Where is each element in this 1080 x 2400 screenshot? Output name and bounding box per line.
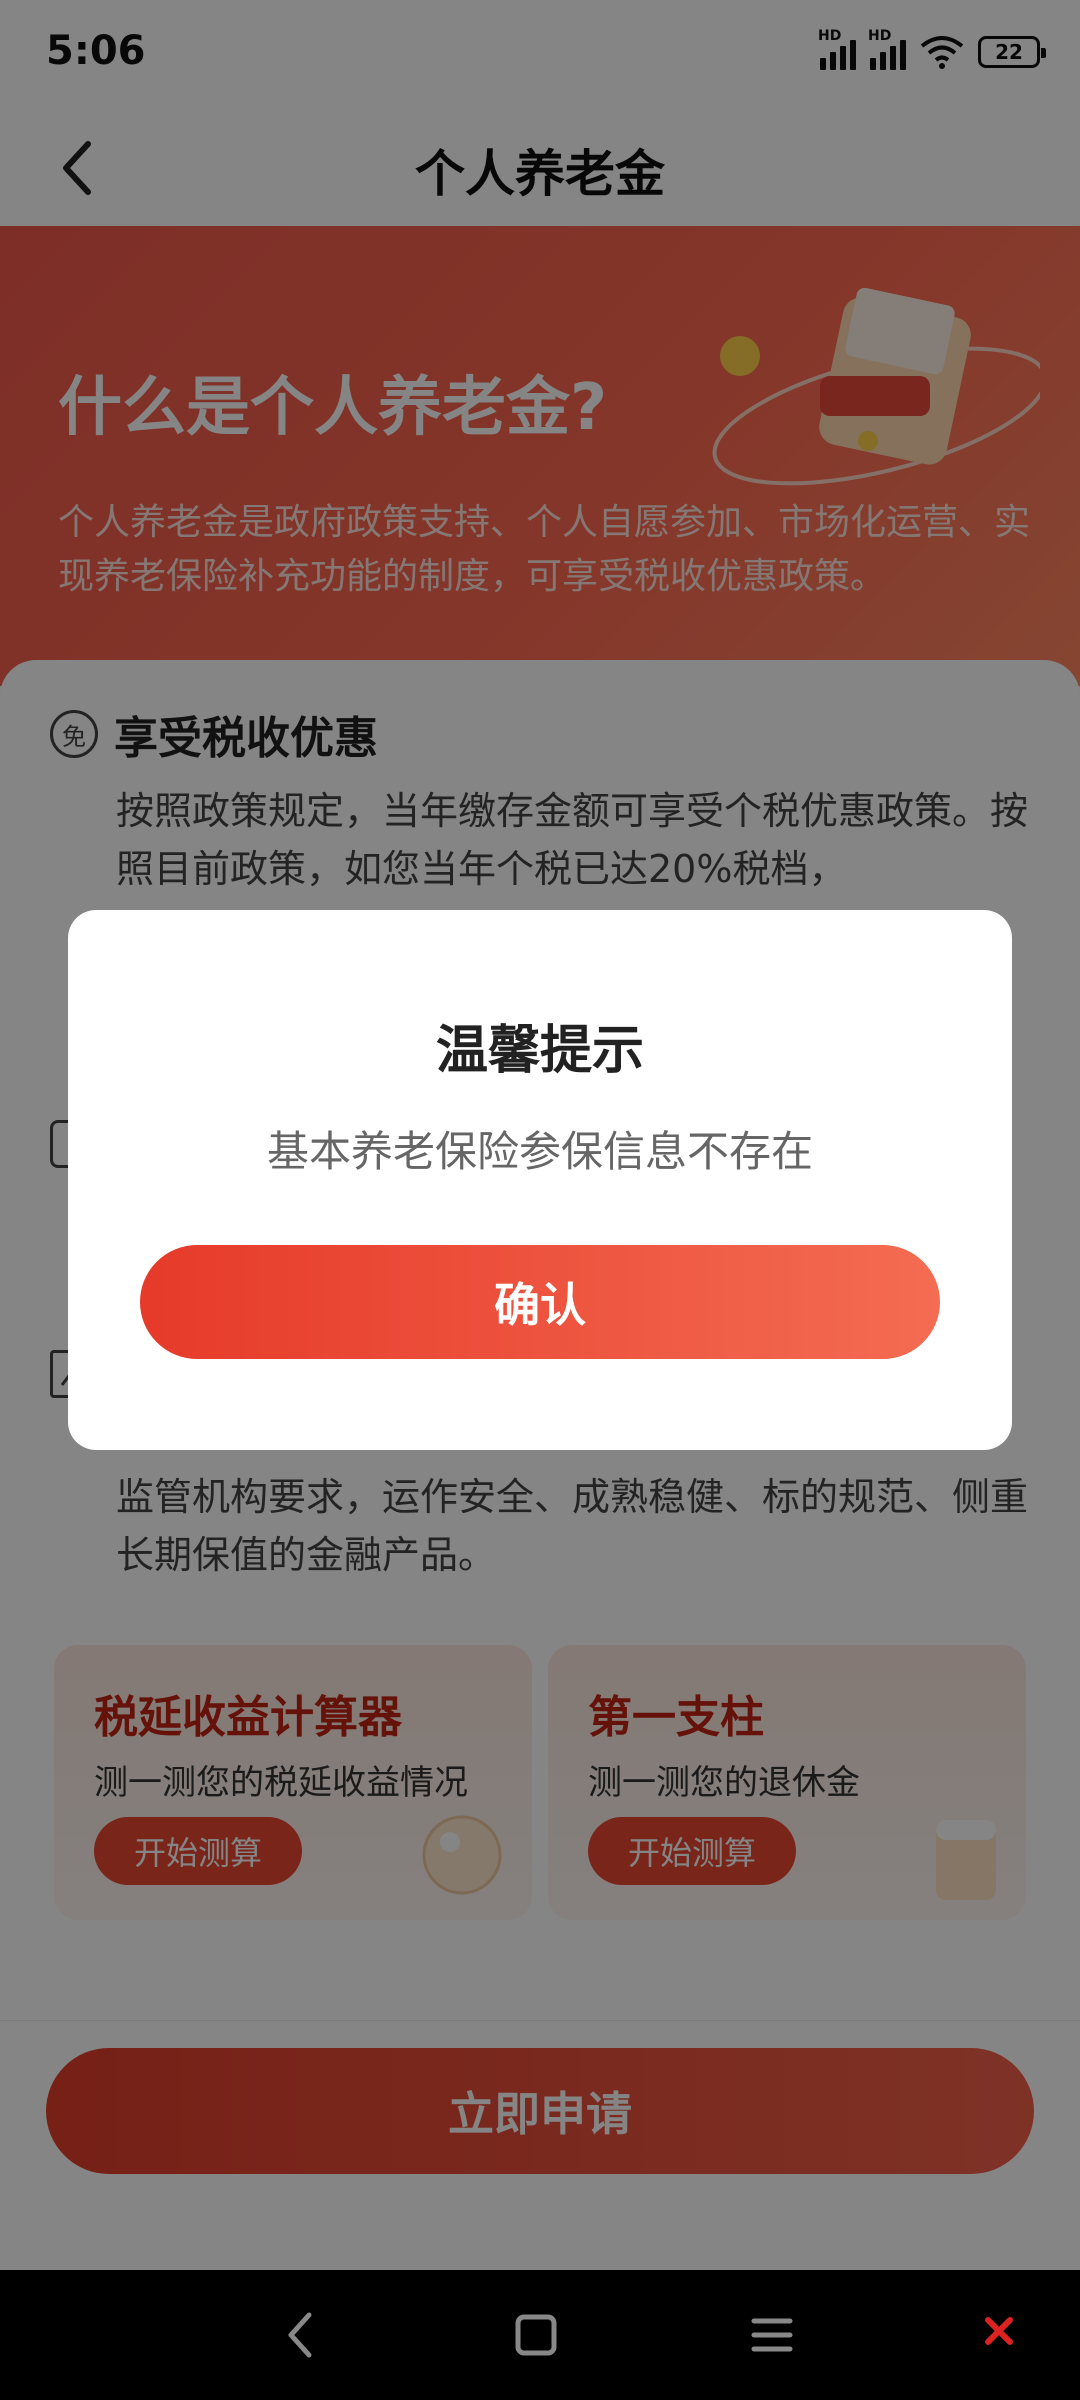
home-square-icon <box>515 2314 557 2356</box>
system-home-button[interactable] <box>496 2300 576 2370</box>
system-back-button[interactable] <box>260 2300 340 2370</box>
system-nav-bar <box>0 2270 1080 2400</box>
watermark-logo <box>984 2316 1024 2346</box>
dialog-title: 温馨提示 <box>435 1021 644 1081</box>
menu-icon <box>751 2318 793 2352</box>
alert-dialog: 温馨提示 基本养老保险参保信息不存在 确认 <box>68 910 1012 1450</box>
logo-icon <box>984 2317 1013 2345</box>
dialog-message: 基本养老保险参保信息不存在 <box>266 1127 813 1176</box>
system-menu-button[interactable] <box>732 2300 812 2370</box>
confirm-button[interactable]: 确认 <box>140 1245 940 1359</box>
chevron-left-icon <box>288 2312 312 2358</box>
